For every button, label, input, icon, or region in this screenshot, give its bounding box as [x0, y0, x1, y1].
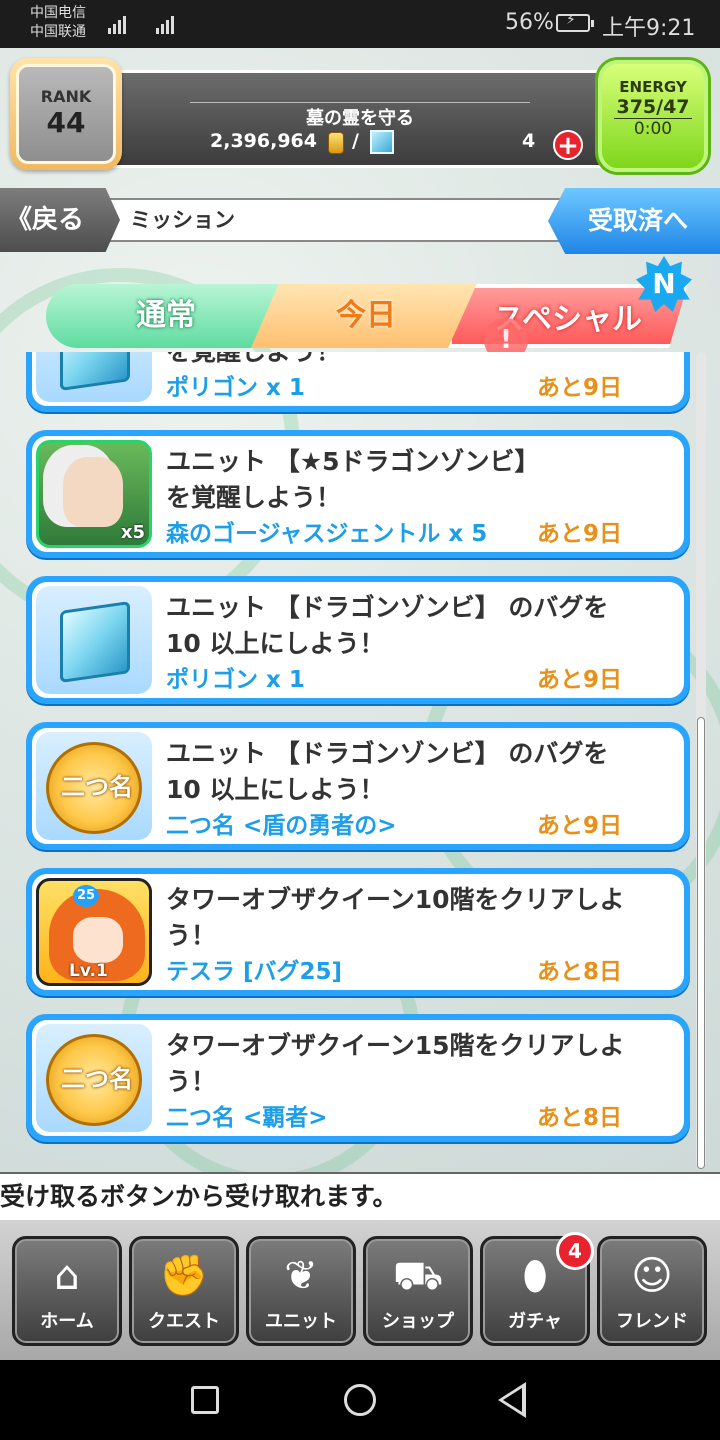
back-button[interactable]: 《戻る	[0, 188, 120, 252]
carrier-info: 中国电信 中国联通	[30, 4, 86, 42]
coin-icon	[328, 132, 344, 154]
game-screen: RANK 44 墓の霊を守る 2,396,964 / 4 + ENERGY 37…	[0, 48, 720, 1360]
cart-icon: ⛟	[392, 1253, 444, 1299]
nav-quest-button[interactable]: ✊ クエスト	[129, 1236, 239, 1346]
mission-tabs: 通常 今日 スペシャル	[46, 284, 688, 352]
separator: /	[352, 130, 359, 152]
clock: 上午9:21	[602, 16, 696, 41]
received-button[interactable]: 受取済へ	[548, 188, 720, 254]
signal-icon	[108, 12, 126, 34]
bug-badge: 25	[73, 885, 99, 907]
mission-text: タワーオブザクイーン10階をクリアしよ う！	[166, 885, 625, 950]
mission-text: ユニット 【ドラゴンゾンビ】 のバグを 10 以上にしよう！	[166, 593, 609, 658]
reward-thumbnail: 二つ名	[36, 1024, 152, 1132]
back-system-button[interactable]	[498, 1382, 526, 1418]
system-nav-bar	[0, 1360, 720, 1440]
mission-text: ユニット 【ドラゴンゾンビ】 のバグを 10 以上にしよう！	[166, 739, 609, 804]
mission-time-left: あと8日	[536, 1105, 622, 1131]
unit-portrait: 25 Lv.1	[36, 878, 152, 986]
mission-reward: ポリゴン x 1	[166, 667, 305, 693]
home-system-button[interactable]	[344, 1384, 376, 1416]
mission-card[interactable]: 二つ名 タワーオブザクイーン15階をクリアしよ う！ 二つ名 <覇者> あと8日	[26, 1014, 690, 1142]
unit-portrait: x5	[36, 440, 152, 548]
reward-thumbnail	[36, 352, 152, 402]
carrier-1: 中国电信	[30, 5, 86, 21]
mission-time-left: あと8日	[536, 959, 622, 985]
bottom-nav: ⌂ ホーム ✊ クエスト ❦ ユニット ⛟ ショップ ⬮ ガチャ ☺ フレンド	[0, 1220, 720, 1360]
mission-reward: 森のゴージャスジェントル x 5	[166, 521, 488, 547]
rank-value: 44	[46, 106, 86, 139]
polygon-count: 4	[522, 130, 536, 152]
reward-thumbnail: 二つ名	[36, 732, 152, 840]
mission-card[interactable]: ユニット 【ドラゴンゾンビ】 のバグを 10 以上にしよう！ ポリゴン x 1 あ…	[26, 576, 690, 704]
mission-card[interactable]: 二つ名 ユニット 【ドラゴンゾンビ】 のバグを 10 以上にしよう！ 二つ名 <盾…	[26, 722, 690, 850]
rank-label: RANK	[40, 87, 92, 106]
carrier-2: 中国联通	[30, 24, 86, 40]
mission-card[interactable]: x5 ユニット 【★5ドラゴンゾンビ】 を覚醒しよう！ 森のゴージャスジェントル …	[26, 430, 690, 558]
recents-button[interactable]	[191, 1386, 219, 1414]
friends-icon: ☺	[631, 1253, 673, 1299]
reward-count: x5	[120, 522, 145, 543]
polygon-icon	[60, 352, 130, 391]
rabbit-icon: ❦	[284, 1253, 318, 1299]
mission-time-left: あと9日	[536, 521, 622, 547]
mission-reward: ポリゴン x 1	[166, 375, 305, 401]
polygon-icon	[60, 601, 130, 683]
signal-icon	[156, 12, 174, 34]
unit-level: Lv.1	[69, 961, 108, 981]
page-title: ミッション	[106, 198, 576, 242]
nav-unit-button[interactable]: ❦ ユニット	[246, 1236, 356, 1346]
mission-text: タワーオブザクイーン15階をクリアしよ う！	[166, 1031, 625, 1096]
nav-friend-button[interactable]: ☺ フレンド	[597, 1236, 707, 1346]
polygon-icon	[370, 130, 394, 154]
mission-list[interactable]: を覚醒しよう！ ポリゴン x 1 あと9日 x5 ユニット 【★5ドラゴンゾンビ…	[0, 352, 720, 1172]
gacha-notification-badge: 4	[556, 1232, 594, 1270]
battery-percent: 56%	[505, 10, 554, 35]
tab-today[interactable]: 今日	[251, 284, 481, 348]
player-title: 墓の霊を守る	[306, 108, 414, 129]
coin-count: 2,396,964	[210, 130, 317, 152]
mission-reward: 二つ名 <盾の勇者の>	[166, 813, 397, 839]
energy-timer: 0:00	[614, 118, 692, 139]
mission-time-left: あと9日	[536, 667, 622, 693]
add-polygon-button[interactable]: +	[553, 130, 583, 160]
mission-text: ユニット 【★5ドラゴンゾンビ】 を覚醒しよう！	[166, 447, 540, 512]
info-text: 受け取るボタンから受け取れます。	[0, 1172, 720, 1220]
title-medal-icon: 二つ名	[46, 1034, 142, 1126]
home-icon: ⌂	[54, 1253, 80, 1299]
mission-reward: 二つ名 <覇者>	[166, 1105, 328, 1131]
tab-normal[interactable]: 通常	[46, 284, 286, 348]
mission-time-left: あと9日	[536, 375, 622, 401]
energy-meter[interactable]: ENERGY 375/47 0:00	[598, 60, 708, 172]
mission-card[interactable]: 25 Lv.1 タワーオブザクイーン10階をクリアしよ う！ テスラ [バグ25]…	[26, 868, 690, 996]
mission-time-left: あと9日	[536, 813, 622, 839]
battery-icon: ⚡	[556, 12, 594, 32]
mission-card[interactable]: を覚醒しよう！ ポリゴン x 1 あと9日	[26, 352, 690, 412]
energy-value: 375/47	[616, 96, 690, 118]
reward-thumbnail	[36, 586, 152, 694]
status-bar: 中国电信 中国联通 56% ⚡ 上午9:21	[0, 0, 720, 48]
divider	[190, 102, 530, 103]
rank-badge[interactable]: RANK 44	[10, 58, 122, 170]
title-medal-icon: 二つ名	[46, 742, 142, 834]
handshake-icon: ✊	[159, 1253, 209, 1299]
nav-home-button[interactable]: ⌂ ホーム	[12, 1236, 122, 1346]
mission-reward: テスラ [バグ25]	[166, 959, 343, 985]
energy-label: ENERGY	[619, 78, 687, 96]
nav-shop-button[interactable]: ⛟ ショップ	[363, 1236, 473, 1346]
scrollbar-thumb[interactable]	[698, 718, 704, 1168]
